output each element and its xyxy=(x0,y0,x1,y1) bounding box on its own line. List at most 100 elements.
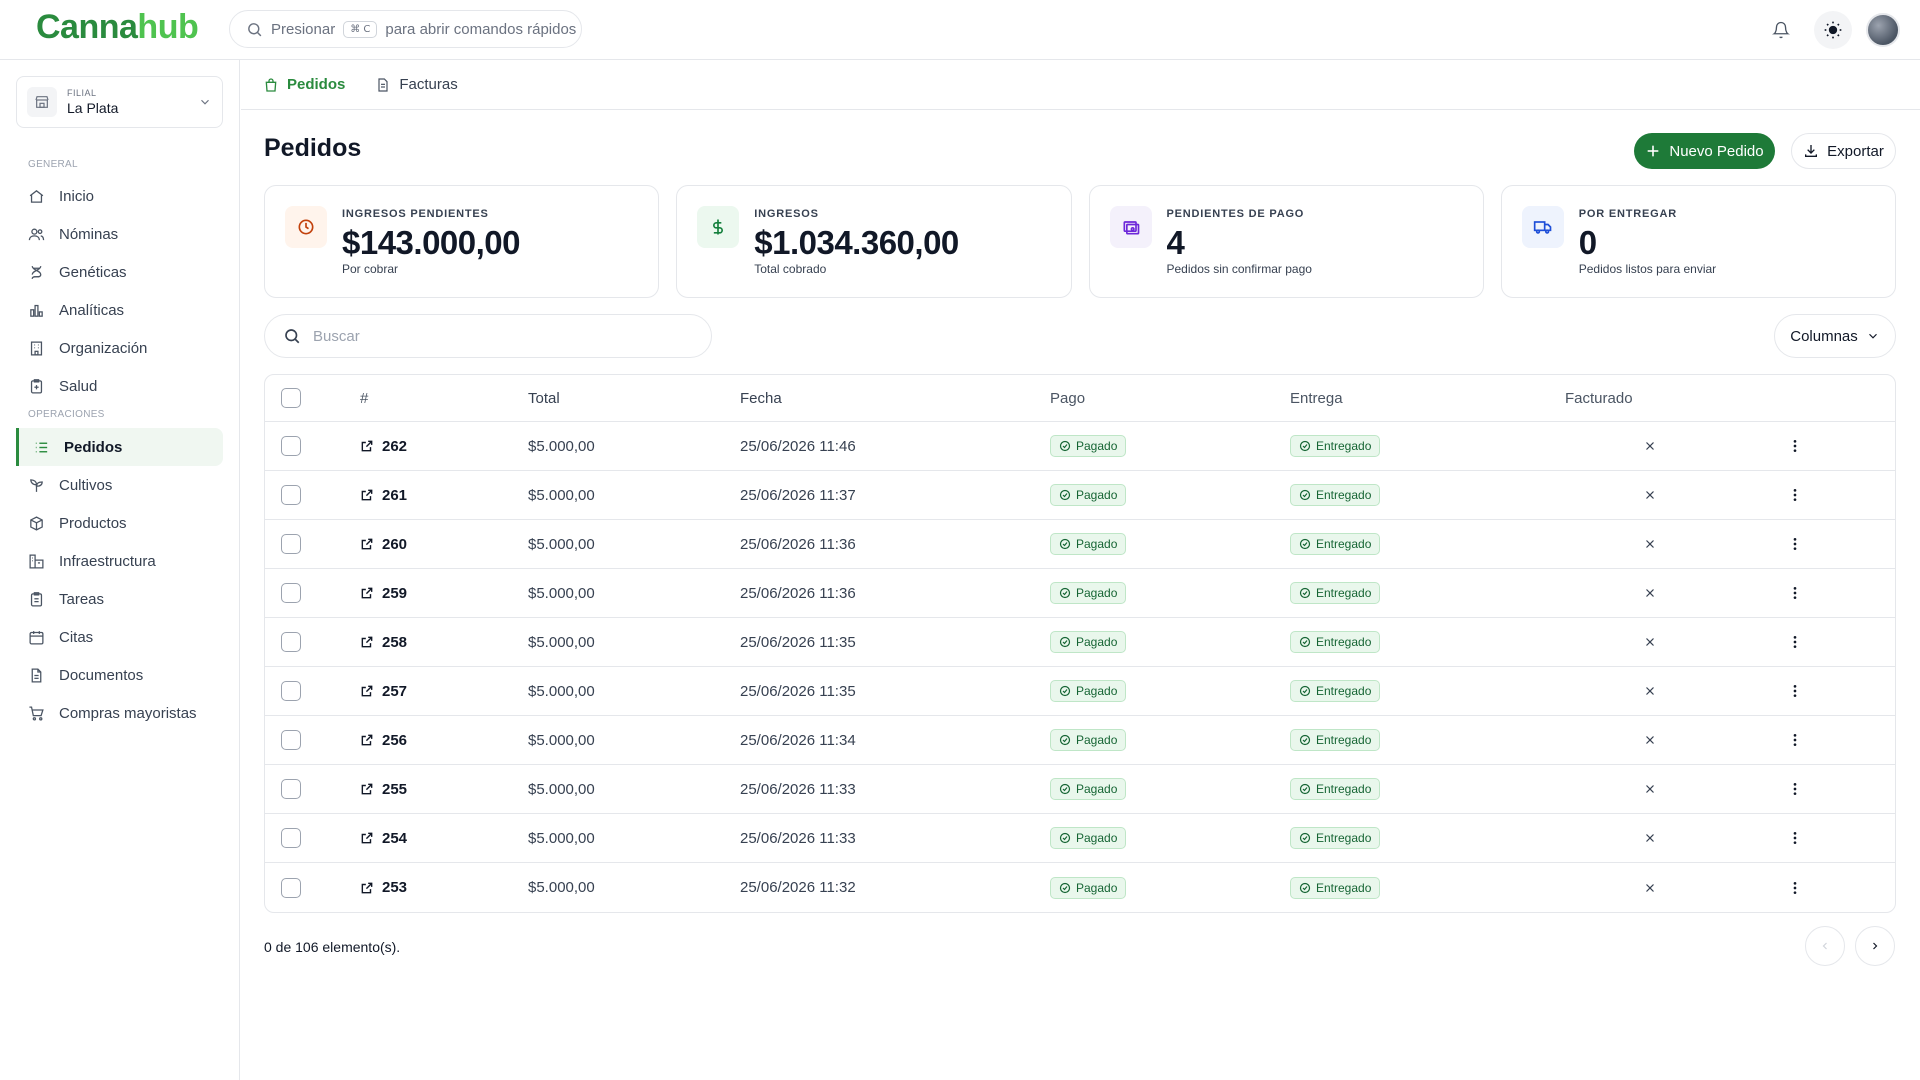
row-checkbox[interactable] xyxy=(281,779,301,799)
store-icon xyxy=(27,87,57,117)
delivery-status-label: Entregado xyxy=(1316,880,1372,895)
check-circle-icon xyxy=(1059,587,1071,599)
row-checkbox[interactable] xyxy=(281,877,301,898)
theme-toggle-button[interactable] xyxy=(1814,11,1852,49)
order-link[interactable]: 255 xyxy=(360,781,407,798)
table-row[interactable]: 258 $5.000,00 25/06/2026 11:35 Pagado En… xyxy=(265,618,1895,667)
row-checkbox[interactable] xyxy=(281,632,301,652)
order-link[interactable]: 253 xyxy=(360,879,407,896)
sidebar-item-inicio[interactable]: Inicio xyxy=(16,177,223,215)
sidebar-item-label: Salud xyxy=(59,377,98,395)
command-search[interactable]: Presionar ⌘ C para abrir comandos rápido… xyxy=(229,10,582,48)
new-order-label: Nuevo Pedido xyxy=(1669,142,1764,160)
payment-status-label: Pagado xyxy=(1076,488,1118,502)
sidebar-item-citas[interactable]: Citas xyxy=(16,618,223,656)
table-row[interactable]: 254 $5.000,00 25/06/2026 11:33 Pagado En… xyxy=(265,814,1895,863)
table-row[interactable]: 256 $5.000,00 25/06/2026 11:34 Pagado En… xyxy=(265,716,1895,765)
plus-icon xyxy=(1645,143,1661,159)
sidebar-item-compras-mayoristas[interactable]: Compras mayoristas xyxy=(16,694,223,732)
row-checkbox[interactable] xyxy=(281,828,301,848)
delivery-status-label: Entregado xyxy=(1316,831,1372,845)
previous-page-button[interactable] xyxy=(1805,926,1845,966)
sidebar-item-tareas[interactable]: Tareas xyxy=(16,580,223,618)
row-actions-button[interactable] xyxy=(1787,634,1803,650)
branch-caption: FILIAL xyxy=(67,88,97,98)
table-search-input[interactable]: Buscar xyxy=(264,314,712,358)
tab-bar: Pedidos Facturas xyxy=(241,60,1920,110)
row-actions-button[interactable] xyxy=(1787,536,1803,552)
row-actions-button[interactable] xyxy=(1787,880,1803,896)
row-actions-button[interactable] xyxy=(1787,683,1803,699)
sidebar-item-productos[interactable]: Productos xyxy=(16,504,223,542)
row-actions-button[interactable] xyxy=(1787,438,1803,454)
table-row[interactable]: 260 $5.000,00 25/06/2026 11:36 Pagado En… xyxy=(265,520,1895,569)
export-button[interactable]: Exportar xyxy=(1791,133,1896,169)
order-link[interactable]: 258 xyxy=(360,634,407,651)
order-link[interactable]: 262 xyxy=(360,438,407,455)
stat-card-por-entregar: POR ENTREGAR 0 Pedidos listos para envia… xyxy=(1500,185,1896,298)
order-total: $5.000,00 xyxy=(528,633,595,651)
order-link[interactable]: 256 xyxy=(360,732,407,749)
external-link-icon xyxy=(360,733,374,747)
orders-table: # Total Fecha Pago Entrega Facturado 262… xyxy=(264,374,1896,913)
table-row[interactable]: 255 $5.000,00 25/06/2026 11:33 Pagado En… xyxy=(265,765,1895,814)
next-page-button[interactable] xyxy=(1855,926,1895,966)
table-row[interactable]: 262 $5.000,00 25/06/2026 11:46 Pagado En… xyxy=(265,422,1895,471)
sidebar-item-label: Pedidos xyxy=(64,438,123,456)
order-link[interactable]: 259 xyxy=(360,585,407,602)
app-logo[interactable]: Canna hub xyxy=(36,2,199,52)
sidebar-item-pedidos[interactable]: Pedidos xyxy=(16,428,223,466)
sidebar-item-cultivos[interactable]: Cultivos xyxy=(16,466,223,504)
row-checkbox[interactable] xyxy=(281,534,301,554)
row-actions-button[interactable] xyxy=(1787,585,1803,601)
sidebar-item-documentos[interactable]: Documentos xyxy=(16,656,223,694)
package-icon xyxy=(28,515,45,532)
sidebar-item-analiticas[interactable]: Analíticas xyxy=(16,291,223,329)
sidebar-item-geneticas[interactable]: Genéticas xyxy=(16,253,223,291)
header-num[interactable]: # xyxy=(360,390,368,407)
sidebar-item-salud[interactable]: Salud xyxy=(16,367,223,405)
columns-button[interactable]: Columnas xyxy=(1774,314,1896,358)
order-link[interactable]: 261 xyxy=(360,487,407,504)
sidebar-item-nominas[interactable]: Nóminas xyxy=(16,215,223,253)
order-link[interactable]: 254 xyxy=(360,830,407,847)
delivery-status-label: Entregado xyxy=(1316,733,1372,747)
row-checkbox[interactable] xyxy=(281,485,301,505)
row-actions-button[interactable] xyxy=(1787,781,1803,797)
more-vertical-icon xyxy=(1787,487,1803,503)
receipt-icon xyxy=(375,77,391,93)
external-link-icon xyxy=(360,782,374,796)
row-actions-button[interactable] xyxy=(1787,487,1803,503)
header-fecha[interactable]: Fecha xyxy=(740,390,782,407)
header-total[interactable]: Total xyxy=(528,390,560,407)
table-row[interactable]: 261 $5.000,00 25/06/2026 11:37 Pagado En… xyxy=(265,471,1895,520)
row-actions-button[interactable] xyxy=(1787,830,1803,846)
table-row[interactable]: 253 $5.000,00 25/06/2026 11:32 Pagado En… xyxy=(265,863,1895,912)
header-facturado[interactable]: Facturado xyxy=(1565,390,1633,407)
table-row[interactable]: 259 $5.000,00 25/06/2026 11:36 Pagado En… xyxy=(265,569,1895,618)
payment-status-badge: Pagado xyxy=(1050,533,1127,555)
more-vertical-icon xyxy=(1787,634,1803,650)
header-entrega[interactable]: Entrega xyxy=(1290,390,1343,407)
row-checkbox[interactable] xyxy=(281,583,301,603)
user-avatar[interactable] xyxy=(1866,13,1900,47)
order-link[interactable]: 260 xyxy=(360,536,407,553)
row-checkbox[interactable] xyxy=(281,681,301,701)
new-order-button[interactable]: Nuevo Pedido xyxy=(1634,133,1775,169)
row-actions-button[interactable] xyxy=(1787,732,1803,748)
branch-selector[interactable]: FILIAL La Plata xyxy=(16,76,223,128)
sidebar-item-infraestructura[interactable]: Infraestructura xyxy=(16,542,223,580)
select-all-checkbox[interactable] xyxy=(281,388,301,408)
tab-pedidos[interactable]: Pedidos xyxy=(263,60,345,109)
not-invoiced-icon xyxy=(1644,882,1656,894)
sidebar-item-organizacion[interactable]: Organización xyxy=(16,329,223,367)
notifications-button[interactable] xyxy=(1762,11,1800,49)
tab-facturas[interactable]: Facturas xyxy=(375,60,458,109)
building-icon xyxy=(28,340,45,357)
header-pago[interactable]: Pago xyxy=(1050,390,1085,407)
order-total: $5.000,00 xyxy=(528,486,595,504)
order-link[interactable]: 257 xyxy=(360,683,407,700)
row-checkbox[interactable] xyxy=(281,730,301,750)
row-checkbox[interactable] xyxy=(281,436,301,456)
table-row[interactable]: 257 $5.000,00 25/06/2026 11:35 Pagado En… xyxy=(265,667,1895,716)
